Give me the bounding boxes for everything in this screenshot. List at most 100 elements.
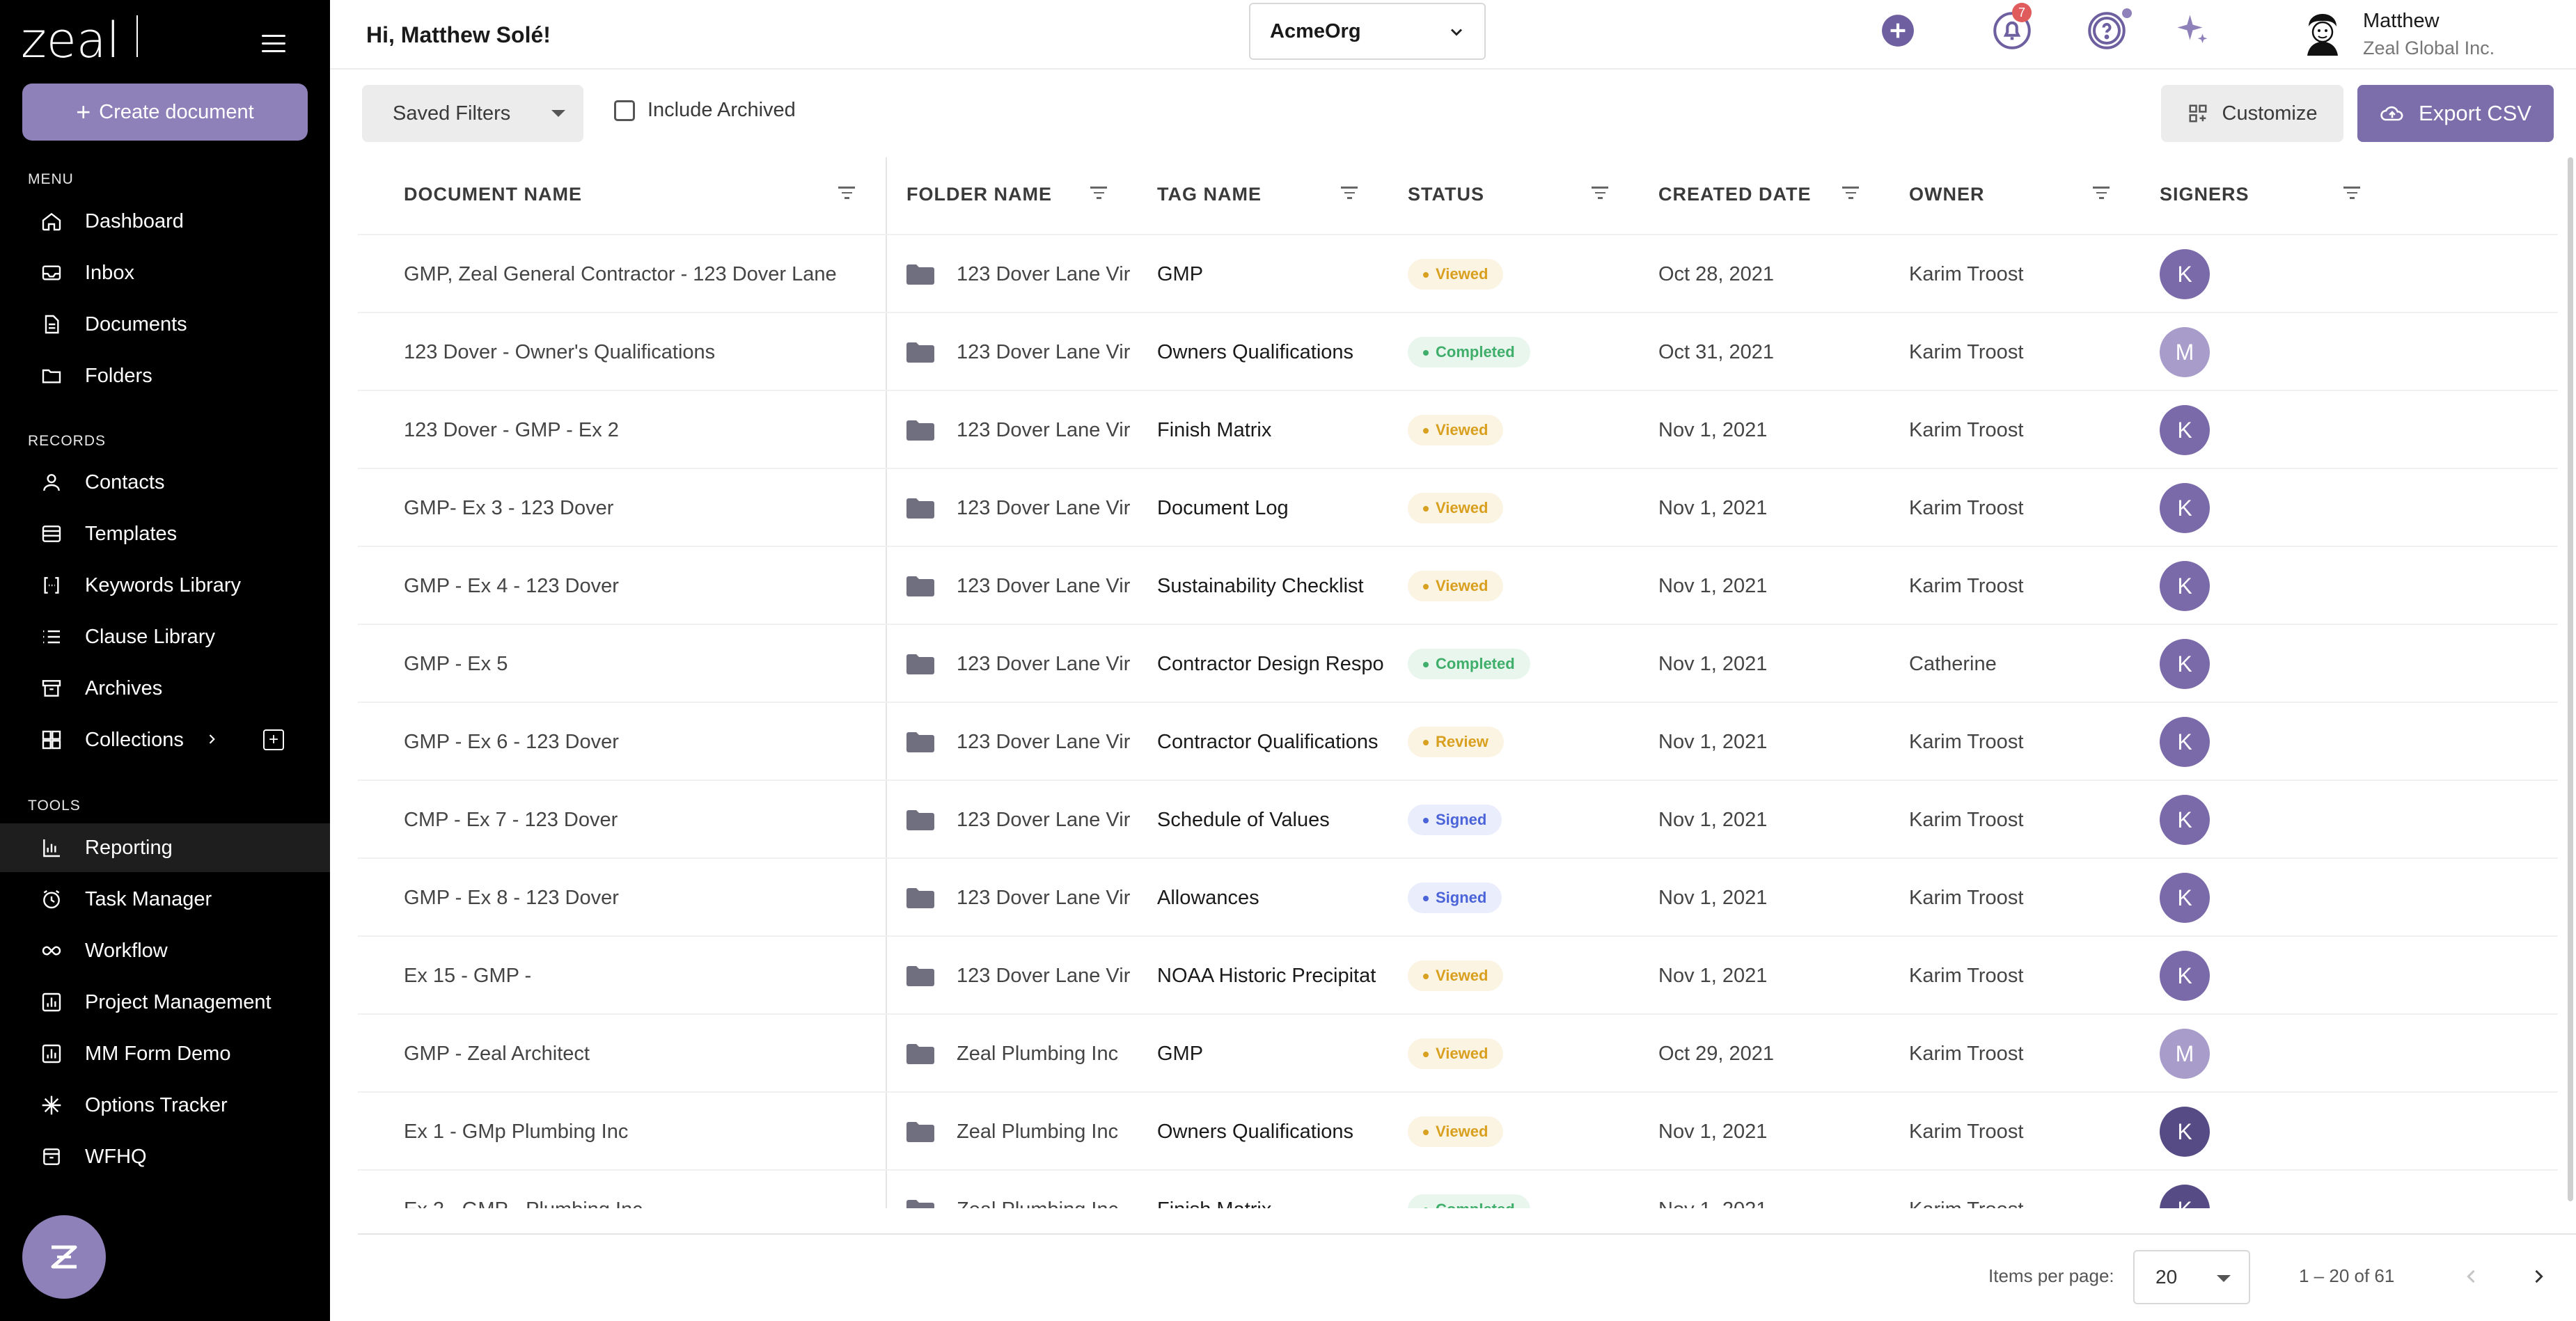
- cell-folder-name[interactable]: 123 Dover Lane Vir: [906, 469, 1136, 546]
- cell-folder-name[interactable]: Zeal Plumbing Inc: [906, 1093, 1136, 1169]
- cell-folder-name[interactable]: 123 Dover Lane Vir: [906, 781, 1136, 857]
- signer-avatar[interactable]: M: [2160, 1029, 2210, 1079]
- table-row[interactable]: GMP - Ex 6 - 123 Dover 123 Dover Lane Vir…: [358, 702, 2558, 780]
- previous-page-button[interactable]: [2458, 1263, 2485, 1290]
- signer-avatar[interactable]: K: [2160, 483, 2210, 533]
- table-row[interactable]: 123 Dover - GMP - Ex 2 123 Dover Lane Vir…: [358, 390, 2558, 468]
- sparkle-icon[interactable]: [2174, 11, 2213, 50]
- sidebar-item-wfhq[interactable]: WFHQ: [0, 1132, 330, 1181]
- table-row[interactable]: GMP - Ex 4 - 123 Dover 123 Dover Lane Vir…: [358, 546, 2558, 624]
- zeal-logo[interactable]: zeal: [21, 13, 146, 65]
- items-per-page-select[interactable]: 20: [2133, 1250, 2250, 1304]
- sidebar-item-keywords-library[interactable]: Keywords Library: [0, 561, 330, 610]
- sidebar-item-clause-library[interactable]: Clause Library: [0, 612, 330, 661]
- sidebar-item-collections[interactable]: Collections +: [0, 715, 330, 764]
- signer-avatar[interactable]: K: [2160, 1185, 2210, 1208]
- sidebar-item-reporting[interactable]: Reporting: [0, 823, 330, 872]
- cell-folder-name[interactable]: 123 Dover Lane Vir: [906, 313, 1136, 390]
- column-header-document-name[interactable]: DOCUMENT NAME: [404, 184, 582, 205]
- cell-folder-name[interactable]: 123 Dover Lane Vir: [906, 625, 1136, 702]
- menu-toggle-icon[interactable]: [262, 35, 285, 54]
- cell-document-name[interactable]: GMP - Ex 5: [404, 625, 870, 702]
- cell-folder-name[interactable]: 123 Dover Lane Vir: [906, 547, 1136, 624]
- sidebar-item-dashboard[interactable]: Dashboard: [0, 197, 330, 246]
- checkbox-icon[interactable]: [614, 100, 635, 121]
- sidebar-item-templates[interactable]: Templates: [0, 509, 330, 558]
- signer-avatar[interactable]: K: [2160, 405, 2210, 455]
- table-row[interactable]: GMP - Ex 8 - 123 Dover 123 Dover Lane Vir…: [358, 857, 2558, 935]
- cell-folder-name[interactable]: 123 Dover Lane Vir: [906, 937, 1136, 1013]
- signer-avatar[interactable]: K: [2160, 951, 2210, 1001]
- help-icon[interactable]: [2087, 11, 2126, 50]
- cell-folder-name[interactable]: 123 Dover Lane Vir: [906, 391, 1136, 468]
- filter-icon[interactable]: [1842, 187, 1859, 200]
- filter-icon[interactable]: [838, 187, 855, 200]
- table-row[interactable]: CMP - Ex 7 - 123 Dover 123 Dover Lane Vir…: [358, 780, 2558, 857]
- sidebar-item-documents[interactable]: Documents: [0, 300, 330, 349]
- table-row[interactable]: GMP- Ex 3 - 123 Dover 123 Dover Lane Vir D…: [358, 468, 2558, 546]
- cell-folder-name[interactable]: Zeal Plumbing Inc: [906, 1171, 1136, 1208]
- sidebar-item-task-manager[interactable]: Task Manager: [0, 875, 330, 924]
- table-row[interactable]: GMP - Ex 5 123 Dover Lane Vir Contractor D…: [358, 624, 2558, 702]
- next-page-button[interactable]: [2524, 1263, 2552, 1290]
- signer-avatar[interactable]: K: [2160, 639, 2210, 689]
- filter-icon[interactable]: [1592, 187, 1608, 200]
- filter-icon[interactable]: [1090, 187, 1107, 200]
- cell-document-name[interactable]: Ex 2 - GMP - Plumbing Inc: [404, 1171, 870, 1209]
- cell-folder-name[interactable]: 123 Dover Lane Vir: [906, 235, 1136, 312]
- column-header-owner[interactable]: OWNER: [1909, 184, 1985, 205]
- cell-document-name[interactable]: GMP - Zeal Architect: [404, 1015, 870, 1091]
- column-header-tag-name[interactable]: TAG NAME: [1157, 184, 1262, 205]
- table-scrollbar[interactable]: [2568, 157, 2573, 1201]
- signer-avatar[interactable]: K: [2160, 249, 2210, 299]
- filter-icon[interactable]: [2343, 187, 2360, 200]
- column-header-created-date[interactable]: CREATED DATE: [1658, 184, 1812, 205]
- sidebar-item-mm-form-demo[interactable]: MM Form Demo: [0, 1029, 330, 1078]
- sidebar-item-options-tracker[interactable]: Options Tracker: [0, 1081, 330, 1130]
- cell-document-name[interactable]: GMP - Ex 4 - 123 Dover: [404, 547, 870, 624]
- column-header-signers[interactable]: SIGNERS: [2160, 184, 2249, 205]
- table-row[interactable]: Ex 15 - GMP - 123 Dover Lane Vir NOAA Hist…: [358, 935, 2558, 1013]
- column-header-status[interactable]: STATUS: [1408, 184, 1484, 205]
- signer-avatar[interactable]: K: [2160, 795, 2210, 845]
- cell-document-name[interactable]: Ex 15 - GMP -: [404, 937, 870, 1013]
- sidebar-item-contacts[interactable]: Contacts: [0, 458, 330, 507]
- sidebar-item-inbox[interactable]: Inbox: [0, 248, 330, 297]
- cell-folder-name[interactable]: Zeal Plumbing Inc: [906, 1015, 1136, 1091]
- sidebar-item-folders[interactable]: Folders: [0, 351, 330, 400]
- sidebar-item-archives[interactable]: Archives: [0, 664, 330, 713]
- signer-avatar[interactable]: K: [2160, 717, 2210, 767]
- cell-folder-name[interactable]: 123 Dover Lane Vir: [906, 703, 1136, 780]
- table-row[interactable]: Ex 2 - GMP - Plumbing Inc Zeal Plumbing I…: [358, 1169, 2558, 1208]
- cell-folder-name[interactable]: 123 Dover Lane Vir: [906, 859, 1136, 935]
- cell-document-name[interactable]: Ex 1 - GMp Plumbing Inc: [404, 1093, 870, 1169]
- add-collection-icon[interactable]: +: [263, 729, 284, 750]
- signer-avatar[interactable]: M: [2160, 327, 2210, 377]
- sidebar-item-workflow[interactable]: Workflow: [0, 926, 330, 975]
- sidebar-item-project-management[interactable]: Project Management: [0, 978, 330, 1027]
- cell-document-name[interactable]: 123 Dover - Owner's Qualifications: [404, 313, 870, 390]
- user-avatar[interactable]: [2298, 7, 2348, 57]
- table-row[interactable]: 123 Dover - Owner's Qualifications 123 Do…: [358, 312, 2558, 390]
- table-row[interactable]: GMP, Zeal General Contractor - 123 Dover…: [358, 234, 2558, 312]
- filter-icon[interactable]: [1341, 187, 1358, 200]
- signer-avatar[interactable]: K: [2160, 561, 2210, 611]
- filter-icon[interactable]: [2093, 187, 2110, 200]
- customize-button[interactable]: Customize: [2161, 85, 2343, 142]
- cell-document-name[interactable]: 123 Dover - GMP - Ex 2: [404, 391, 870, 468]
- chevron-right-icon[interactable]: [205, 729, 219, 752]
- saved-filters-dropdown[interactable]: Saved Filters: [362, 85, 583, 142]
- signer-avatar[interactable]: K: [2160, 1107, 2210, 1157]
- cell-document-name[interactable]: GMP, Zeal General Contractor - 123 Dover…: [404, 235, 870, 312]
- add-icon[interactable]: [1878, 11, 1917, 50]
- include-archived-checkbox[interactable]: Include Archived: [614, 99, 796, 122]
- signer-avatar[interactable]: K: [2160, 873, 2210, 923]
- org-selector[interactable]: AcmeOrg: [1249, 3, 1486, 60]
- cell-document-name[interactable]: GMP- Ex 3 - 123 Dover: [404, 469, 870, 546]
- table-row[interactable]: GMP - Zeal Architect Zeal Plumbing Inc GMP…: [358, 1013, 2558, 1091]
- cell-document-name[interactable]: CMP - Ex 7 - 123 Dover: [404, 781, 870, 857]
- export-csv-button[interactable]: Export CSV: [2357, 85, 2554, 142]
- cell-document-name[interactable]: GMP - Ex 8 - 123 Dover: [404, 859, 870, 935]
- cell-document-name[interactable]: GMP - Ex 6 - 123 Dover: [404, 703, 870, 780]
- table-row[interactable]: Ex 1 - GMp Plumbing Inc Zeal Plumbing Inc…: [358, 1091, 2558, 1169]
